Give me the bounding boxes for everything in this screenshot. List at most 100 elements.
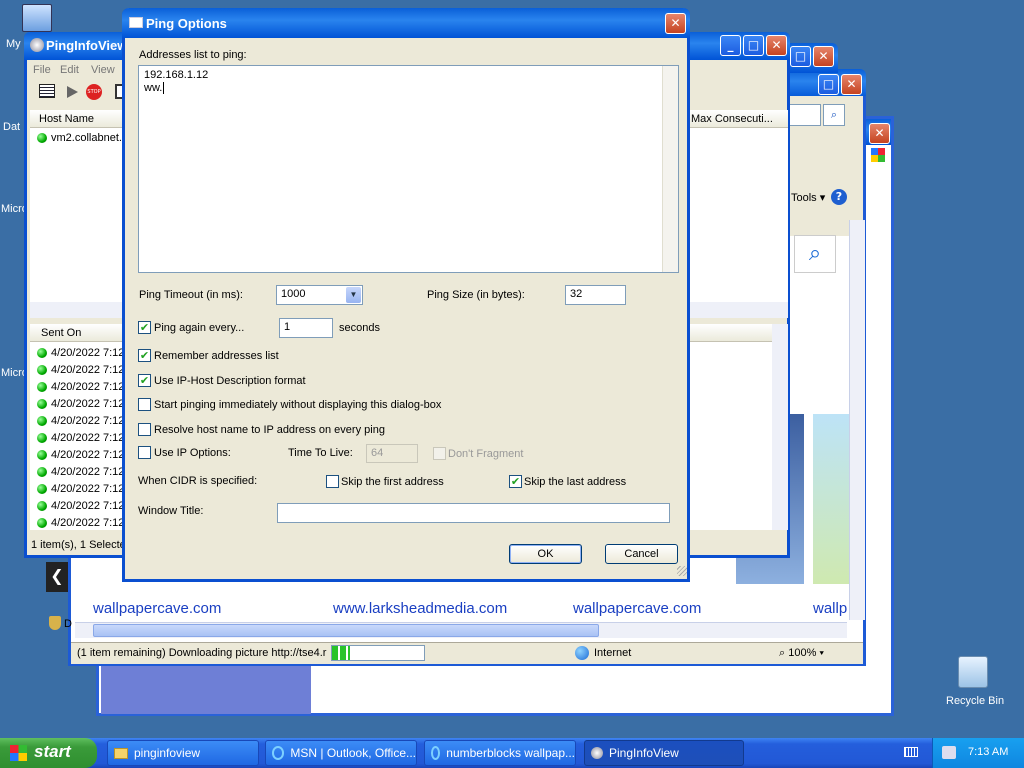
resolve-checkbox[interactable] — [138, 423, 151, 436]
remember-checkbox[interactable]: ✔ — [138, 349, 151, 362]
sent-row[interactable]: 4/20/2022 7:12 — [37, 446, 124, 463]
ping-options-dialog: Ping Options ✕ Addresses list to ping: 1… — [122, 8, 690, 582]
link-larkshead[interactable]: www.larksheadmedia.com — [333, 600, 507, 617]
ip-options-checkbox[interactable] — [138, 446, 151, 459]
app-icon — [30, 38, 44, 52]
recycle-bin-label: Recycle Bin — [946, 695, 1005, 707]
task-pinginfoview-folder[interactable]: pinginfoview — [107, 740, 259, 766]
link-wallpapercave-2[interactable]: wallpapercave.com — [573, 600, 701, 617]
task-msn[interactable]: MSN | Outlook, Office... — [265, 740, 417, 766]
addresses-textarea[interactable]: 192.168.1.12 ww. — [138, 65, 679, 273]
address-line-1: 192.168.1.12 — [144, 69, 209, 81]
task-numberblocks[interactable]: numberblocks wallpap... — [424, 740, 576, 766]
start-immediately-label: Start pinging immediately without displa… — [154, 399, 442, 411]
close-icon[interactable]: ✕ — [766, 35, 787, 56]
skip-last-checkbox[interactable]: ✔ — [509, 475, 522, 488]
close-icon[interactable]: ✕ — [813, 46, 834, 67]
sent-row[interactable]: 4/20/2022 7:12 — [37, 514, 124, 531]
search-icon[interactable]: ⌕ — [823, 104, 845, 126]
ttl-input[interactable]: 64 — [366, 444, 418, 463]
start-button[interactable]: start — [0, 738, 97, 768]
link-wallpapercave-1[interactable]: wallpapercave.com — [93, 600, 221, 617]
horizontal-scroll-thumb[interactable] — [93, 624, 599, 637]
resize-grip-icon[interactable] — [677, 566, 687, 576]
tools-menu[interactable]: Tools ▾ — [791, 191, 825, 204]
maximize-icon[interactable]: □ — [818, 74, 839, 95]
minimize-icon[interactable]: _ — [720, 35, 741, 56]
chevron-down-icon[interactable]: ▼ — [346, 287, 361, 303]
sent-row[interactable]: 4/20/2022 7:12 — [37, 480, 124, 497]
sent-row[interactable]: 4/20/2022 7:12 — [37, 361, 124, 378]
ping-again-checkbox[interactable]: ✔ — [138, 321, 151, 334]
task-pinginfoview-app[interactable]: PingInfoView — [584, 740, 744, 766]
maximize-icon[interactable]: □ — [743, 35, 764, 56]
play-icon[interactable] — [67, 86, 78, 98]
size-input[interactable]: 32 — [565, 285, 626, 305]
status-ok-icon — [37, 432, 47, 443]
network-tray-icon[interactable] — [942, 746, 956, 759]
sent-row[interactable]: 4/20/2022 7:12 — [37, 429, 124, 446]
desktop-label-dat: Dat — [3, 121, 21, 133]
cancel-button[interactable]: Cancel — [605, 544, 678, 564]
close-icon[interactable]: ✕ — [841, 74, 862, 95]
sent-row-time: 4/20/2022 7:12 — [51, 499, 125, 512]
timeout-select[interactable]: 1000 ▼ — [276, 285, 363, 305]
ie-icon — [431, 746, 441, 760]
menu-view[interactable]: View — [91, 64, 115, 76]
shield-icon — [49, 616, 61, 630]
zoom-level[interactable]: ⌕ 100% ▾ — [779, 647, 824, 660]
status-ok-icon — [37, 466, 47, 477]
download-progress-bar — [331, 645, 425, 661]
sent-row-time: 4/20/2022 7:12 — [51, 346, 125, 359]
status-ok-icon — [37, 517, 47, 528]
col-host-name[interactable]: Host Name — [39, 113, 94, 125]
status-ok-icon — [37, 347, 47, 358]
help-icon[interactable]: ? — [831, 189, 847, 205]
windows-flag-icon — [871, 148, 885, 162]
download-progress-fill — [332, 646, 351, 660]
sent-row-time: 4/20/2022 7:12 — [51, 448, 125, 461]
ttl-label: Time To Live: — [288, 447, 353, 459]
col-sent-on[interactable]: Sent On — [41, 327, 81, 339]
sent-row[interactable]: 4/20/2022 7:12 — [37, 395, 124, 412]
sent-row[interactable]: 4/20/2022 7:12 — [37, 412, 124, 429]
ok-button[interactable]: OK — [509, 544, 582, 564]
recycle-bin-icon[interactable] — [958, 656, 988, 688]
my-computer-icon[interactable] — [22, 4, 52, 32]
iphost-checkbox[interactable]: ✔ — [138, 374, 151, 387]
close-icon[interactable]: ✕ — [869, 123, 890, 144]
sent-row[interactable]: 4/20/2022 7:12 — [37, 497, 124, 514]
host-row[interactable]: vm2.collabnet.l — [37, 129, 124, 146]
window-title-input[interactable] — [277, 503, 670, 523]
ping-again-input[interactable]: 1 — [279, 318, 333, 338]
stop-icon[interactable]: STOP — [86, 84, 102, 100]
link-wallp[interactable]: wallp — [813, 600, 847, 617]
sent-row[interactable]: 4/20/2022 7:12 — [37, 463, 124, 480]
col-max-consecutive[interactable]: Max Consecuti... — [691, 113, 773, 125]
cidr-label: When CIDR is specified: — [138, 475, 258, 487]
options-toolbar-icon[interactable] — [39, 84, 55, 98]
sent-row[interactable]: 4/20/2022 7:12 — [37, 344, 124, 361]
dont-fragment-checkbox[interactable] — [433, 447, 446, 460]
back-nav-icon[interactable]: ❮ — [46, 562, 68, 592]
start-immediately-checkbox[interactable] — [138, 398, 151, 411]
sent-row[interactable]: 4/20/2022 7:12 — [37, 378, 124, 395]
browser-side-letter: D — [64, 618, 72, 630]
horizontal-scrollbar[interactable] — [75, 622, 847, 638]
close-icon[interactable]: ✕ — [665, 13, 686, 34]
address-line-2: ww. — [144, 82, 165, 94]
vertical-scrollbar[interactable] — [849, 220, 865, 620]
maximize-icon[interactable]: □ — [790, 46, 811, 67]
textarea-vscroll[interactable] — [662, 66, 678, 272]
addresses-label: Addresses list to ping: — [139, 49, 247, 61]
status-ok-icon — [37, 132, 47, 143]
dont-fragment-label: Don't Fragment — [448, 448, 524, 460]
sent-list-vscroll[interactable] — [772, 324, 788, 530]
skip-first-checkbox[interactable] — [326, 475, 339, 488]
ie-icon — [272, 746, 285, 760]
content-search-icon[interactable]: ⌕ — [794, 235, 836, 273]
menu-file[interactable]: File — [33, 64, 51, 76]
menu-edit[interactable]: Edit — [60, 64, 79, 76]
desktop-label-my: My — [6, 38, 21, 50]
keyboard-icon[interactable] — [904, 747, 918, 757]
